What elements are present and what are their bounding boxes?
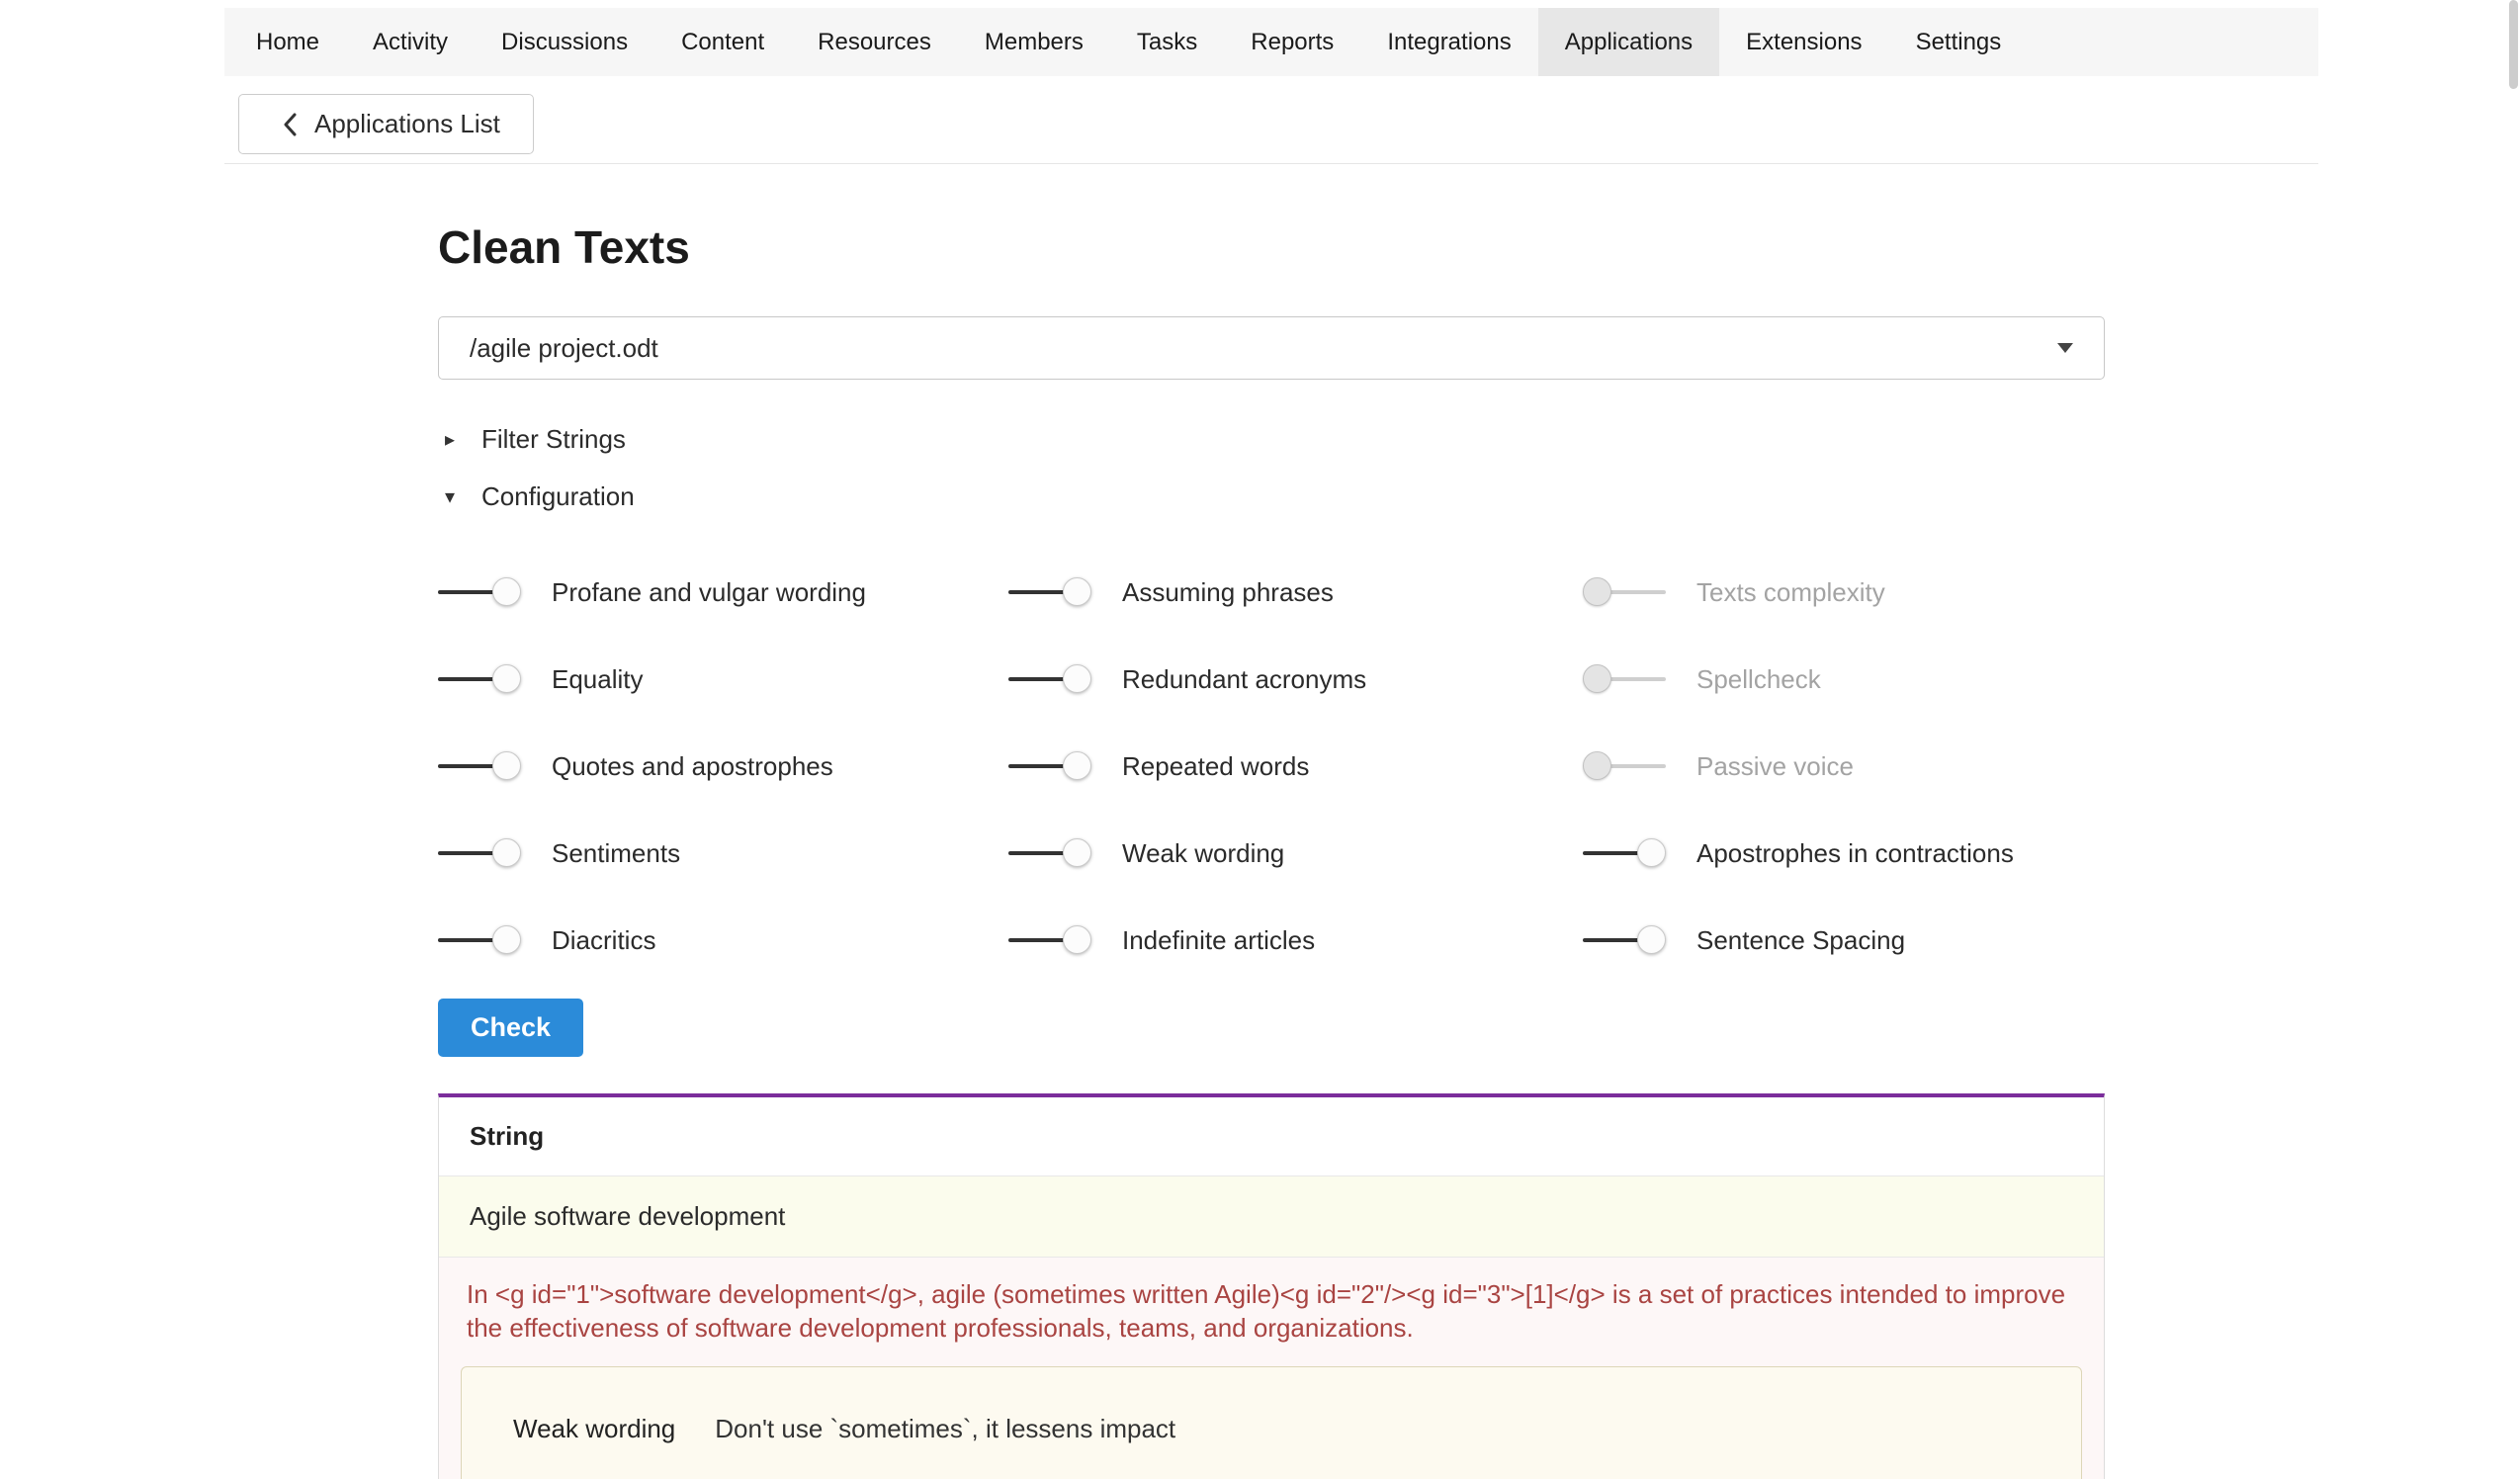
toggle-texts-complexity[interactable]: Texts complexity	[1583, 577, 2105, 608]
toggle-switch-on[interactable]	[1008, 925, 1091, 955]
toggle-label: Apostrophes in contractions	[1696, 838, 2014, 869]
applications-list-back-button[interactable]: Applications List	[238, 94, 534, 154]
nav-item-home[interactable]: Home	[229, 8, 346, 76]
toggle-label: Equality	[552, 664, 644, 695]
section-configuration[interactable]: ▾ Configuration	[445, 478, 2105, 514]
nav-item-reports[interactable]: Reports	[1224, 8, 1360, 76]
toggle-switch-on[interactable]	[1008, 664, 1091, 694]
toggle-switch-on[interactable]	[1008, 577, 1091, 607]
toggle-label: Passive voice	[1696, 751, 1854, 782]
results-panel: String Agile software development In <g …	[438, 1093, 2105, 1479]
file-select[interactable]: /agile project.odt	[438, 316, 2105, 380]
toggle-quotes-and-apostrophes[interactable]: Quotes and apostrophes	[438, 751, 1008, 782]
toggle-switch-on[interactable]	[1583, 838, 1666, 868]
section-filter-strings[interactable]: ▸ Filter Strings	[445, 421, 2105, 457]
toggle-switch-on[interactable]	[438, 925, 521, 955]
toggle-label: Diacritics	[552, 925, 655, 956]
toggle-apostrophes-in-contractions[interactable]: Apostrophes in contractions	[1583, 838, 2105, 869]
toggle-switch-on[interactable]	[438, 838, 521, 868]
main-content: Clean Texts /agile project.odt ▸ Filter …	[438, 218, 2105, 1479]
result-issue-area: In <g id="1">software development</g>, a…	[439, 1258, 2104, 1479]
toggle-weak-wording[interactable]: Weak wording	[1008, 838, 1583, 869]
file-select-value: /agile project.odt	[470, 333, 2057, 364]
nav-item-applications[interactable]: Applications	[1538, 8, 1719, 76]
results-column-header: String	[439, 1097, 2104, 1176]
toggle-label: Sentiments	[552, 838, 680, 869]
toggle-diacritics[interactable]: Diacritics	[438, 925, 1008, 956]
issue-highlighted-text: In <g id="1">software development</g>, a…	[461, 1277, 2082, 1345]
subheader-divider	[224, 163, 2318, 164]
toggle-switch-off[interactable]	[1583, 751, 1666, 781]
back-button-label: Applications List	[314, 109, 500, 139]
toggle-sentence-spacing[interactable]: Sentence Spacing	[1583, 925, 2105, 956]
nav-item-discussions[interactable]: Discussions	[475, 8, 654, 76]
top-nav: Home Activity Discussions Content Resour…	[224, 8, 2318, 76]
toggle-switch-on[interactable]	[1583, 925, 1666, 955]
warning-box: Weak wording Don't use `sometimes`, it l…	[461, 1366, 2082, 1479]
warning-message: Don't use `sometimes`, it lessens impact	[715, 1414, 1175, 1444]
page-title: Clean Texts	[438, 218, 2105, 277]
nav-item-content[interactable]: Content	[654, 8, 791, 76]
nav-item-integrations[interactable]: Integrations	[1360, 8, 1537, 76]
chevron-left-icon	[281, 111, 299, 138]
toggle-label: Spellcheck	[1696, 664, 1821, 695]
warning-category: Weak wording	[513, 1414, 675, 1444]
toggle-label: Quotes and apostrophes	[552, 751, 833, 782]
scrollbar[interactable]	[2509, 0, 2518, 89]
toggle-label: Assuming phrases	[1122, 577, 1334, 608]
toggle-switch-off[interactable]	[1583, 577, 1666, 607]
nav-item-activity[interactable]: Activity	[346, 8, 475, 76]
section-configuration-label: Configuration	[481, 481, 635, 512]
toggle-redundant-acronyms[interactable]: Redundant acronyms	[1008, 664, 1583, 695]
toggle-label: Indefinite articles	[1122, 925, 1315, 956]
toggle-equality[interactable]: Equality	[438, 664, 1008, 695]
toggle-label: Repeated words	[1122, 751, 1309, 782]
toggle-label: Sentence Spacing	[1696, 925, 1905, 956]
nav-item-members[interactable]: Members	[958, 8, 1110, 76]
caret-down-icon	[2057, 343, 2073, 353]
toggle-label: Texts complexity	[1696, 577, 1885, 608]
toggle-switch-on[interactable]	[438, 577, 521, 607]
toggle-sentiments[interactable]: Sentiments	[438, 838, 1008, 869]
toggle-passive-voice[interactable]: Passive voice	[1583, 751, 2105, 782]
nav-item-extensions[interactable]: Extensions	[1719, 8, 1888, 76]
triangle-collapsed-icon: ▸	[445, 427, 465, 452]
app-window: Home Activity Discussions Content Resour…	[0, 0, 2520, 1479]
toggle-switch-on[interactable]	[438, 751, 521, 781]
toggle-label: Weak wording	[1122, 838, 1284, 869]
toggle-switch-on[interactable]	[1008, 751, 1091, 781]
nav-item-settings[interactable]: Settings	[1889, 8, 2029, 76]
toggle-label: Profane and vulgar wording	[552, 577, 866, 608]
toggle-label: Redundant acronyms	[1122, 664, 1366, 695]
toggle-switch-on[interactable]	[438, 664, 521, 694]
toggle-assuming-phrases[interactable]: Assuming phrases	[1008, 577, 1583, 608]
toggle-switch-off[interactable]	[1583, 664, 1666, 694]
toggle-profane-and-vulgar-wording[interactable]: Profane and vulgar wording	[438, 577, 1008, 608]
check-button[interactable]: Check	[438, 999, 583, 1057]
triangle-expanded-icon: ▾	[445, 484, 465, 509]
nav-item-tasks[interactable]: Tasks	[1110, 8, 1224, 76]
toggle-switch-on[interactable]	[1008, 838, 1091, 868]
toggle-indefinite-articles[interactable]: Indefinite articles	[1008, 925, 1583, 956]
toggle-repeated-words[interactable]: Repeated words	[1008, 751, 1583, 782]
nav-item-resources[interactable]: Resources	[791, 8, 958, 76]
result-string-row: Agile software development	[439, 1176, 2104, 1258]
section-filter-strings-label: Filter Strings	[481, 424, 626, 455]
toggle-spellcheck[interactable]: Spellcheck	[1583, 664, 2105, 695]
configuration-toggle-grid: Profane and vulgar wording Assuming phra…	[438, 549, 2105, 984]
